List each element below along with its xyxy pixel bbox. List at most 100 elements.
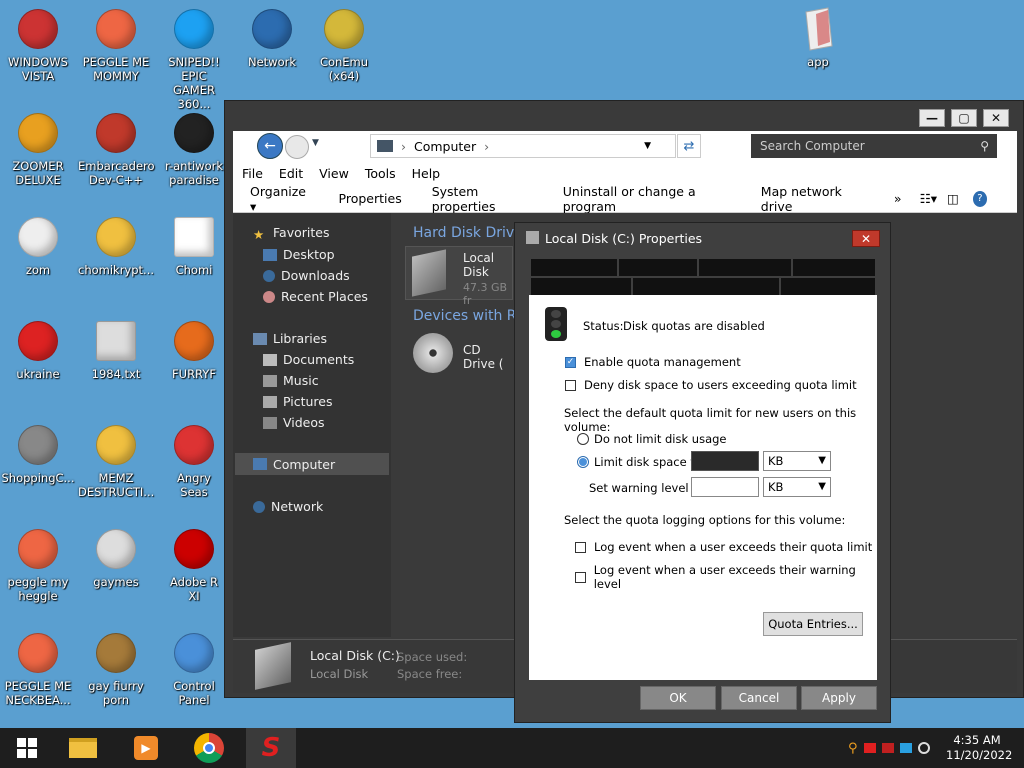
nav-recent-places[interactable]: Recent Places bbox=[263, 289, 368, 304]
desktop-icon[interactable]: gay fiurry porn bbox=[78, 630, 154, 707]
search-tray-icon[interactable]: ⚲ bbox=[848, 741, 858, 756]
tab-redacted[interactable] bbox=[699, 259, 791, 276]
back-button[interactable]: ← bbox=[257, 133, 283, 159]
desktop-icon[interactable]: FURRYF bbox=[156, 318, 232, 381]
log-exceed-checkbox[interactable]: Log event when a user exceeds their quot… bbox=[575, 540, 872, 554]
limit-unit-select[interactable]: KB ▼ bbox=[763, 451, 831, 471]
tab-redacted[interactable] bbox=[793, 259, 875, 276]
cd-drive-tile[interactable]: CD Drive ( bbox=[411, 331, 513, 381]
breadcrumb-computer[interactable]: Computer bbox=[414, 139, 476, 154]
limit-disk-radio[interactable]: Limit disk space to bbox=[577, 455, 702, 469]
menu-edit[interactable]: Edit bbox=[279, 166, 303, 181]
explorer-titlebar[interactable]: — ▢ ✕ bbox=[225, 101, 1023, 131]
ok-button[interactable]: OK bbox=[640, 686, 716, 710]
no-limit-radio[interactable]: Do not limit disk usage bbox=[577, 432, 727, 446]
view-options-icon[interactable]: ☷▾ bbox=[920, 191, 937, 206]
taskbar-media-player[interactable]: ▶ bbox=[121, 728, 171, 768]
cancel-button[interactable]: Cancel bbox=[721, 686, 797, 710]
dialog-titlebar[interactable]: Local Disk (C:) Properties bbox=[515, 223, 890, 253]
desktop-icon[interactable]: ConEmu (x64) bbox=[306, 6, 382, 83]
menu-file[interactable]: File bbox=[242, 166, 263, 181]
menu-help[interactable]: Help bbox=[412, 166, 441, 181]
system-properties-button[interactable]: System properties bbox=[432, 184, 533, 214]
tab-redacted[interactable] bbox=[633, 278, 779, 295]
desktop-icon[interactable]: peggle my heggle bbox=[0, 526, 76, 603]
nav-videos[interactable]: Videos bbox=[263, 415, 325, 430]
nav-computer[interactable]: Computer bbox=[235, 453, 389, 475]
desktop-icon[interactable]: ShoppingC... bbox=[0, 422, 76, 485]
monitor-icon[interactable] bbox=[899, 743, 912, 753]
tab-redacted[interactable] bbox=[781, 278, 875, 295]
close-button[interactable]: ✕ bbox=[983, 109, 1009, 127]
desktop-icon[interactable]: 1984.txt bbox=[78, 318, 154, 381]
apply-button[interactable]: Apply bbox=[801, 686, 877, 710]
flag-icon[interactable] bbox=[863, 743, 876, 753]
desktop-icon[interactable]: chomikrypt... bbox=[78, 214, 154, 277]
desktop-icon[interactable]: PEGGLE ME NECKBEA... bbox=[0, 630, 76, 707]
desktop-icon[interactable]: Network bbox=[234, 6, 310, 69]
maximize-button[interactable]: ▢ bbox=[951, 109, 977, 127]
taskbar-chrome[interactable] bbox=[184, 728, 234, 768]
chevron-down-icon[interactable]: ▼ bbox=[644, 141, 651, 151]
nav-pictures[interactable]: Pictures bbox=[263, 394, 333, 409]
taskbar-app-s[interactable]: S bbox=[246, 728, 296, 768]
uninstall-button[interactable]: Uninstall or change a program bbox=[563, 184, 731, 214]
desktop-icon[interactable]: ZOOMER DELUXE bbox=[0, 110, 76, 187]
tab-redacted[interactable] bbox=[531, 259, 617, 276]
desktop-icon[interactable]: SNIPED!! EPIC GAMER 360... bbox=[156, 6, 232, 111]
nav-music[interactable]: Music bbox=[263, 373, 319, 388]
nav-documents[interactable]: Documents bbox=[263, 352, 354, 367]
quota-entries-button[interactable]: Quota Entries... bbox=[763, 612, 863, 636]
limit-value-input[interactable] bbox=[691, 451, 759, 471]
dialog-close-button[interactable]: ✕ bbox=[852, 230, 880, 247]
nav-libraries[interactable]: Libraries bbox=[253, 331, 327, 346]
nav-network[interactable]: Network bbox=[253, 499, 323, 514]
refresh-button[interactable]: ⇄ bbox=[677, 134, 701, 158]
history-dropdown-icon[interactable]: ▼ bbox=[312, 138, 319, 148]
properties-button[interactable]: Properties bbox=[339, 191, 402, 206]
volume-icon[interactable] bbox=[917, 742, 930, 754]
desktop-icon[interactable]: gaymes bbox=[78, 526, 154, 589]
preview-pane-icon[interactable]: ◫ bbox=[947, 191, 959, 206]
desktop-icon[interactable]: WINDOWS VISTA bbox=[0, 6, 76, 83]
desktop-icon[interactable]: ukraine bbox=[0, 318, 76, 381]
taskbar-explorer[interactable] bbox=[58, 728, 108, 768]
desktop-icon[interactable]: Control Panel bbox=[156, 630, 232, 707]
minimize-button[interactable]: — bbox=[919, 109, 945, 127]
tab-redacted[interactable] bbox=[531, 278, 631, 295]
desktop-icon[interactable]: Adobe R XI bbox=[156, 526, 232, 603]
desktop-icon[interactable]: zom bbox=[0, 214, 76, 277]
enable-quota-checkbox[interactable]: ✓ Enable quota management bbox=[565, 355, 741, 369]
hdd-group-header[interactable]: Hard Disk Drive bbox=[413, 225, 523, 241]
deny-space-checkbox[interactable]: Deny disk space to users exceeding quota… bbox=[565, 378, 857, 392]
start-button[interactable] bbox=[2, 728, 52, 768]
nav-desktop[interactable]: Desktop bbox=[263, 247, 335, 262]
address-bar[interactable]: › Computer › ▼ bbox=[370, 134, 676, 158]
warning-value-input[interactable] bbox=[691, 477, 759, 497]
map-network-drive-button[interactable]: Map network drive bbox=[761, 184, 864, 214]
menu-tools[interactable]: Tools bbox=[365, 166, 396, 181]
desktop-icon[interactable]: Angry Seas bbox=[156, 422, 232, 499]
desktop-icon-app[interactable]: app bbox=[780, 6, 856, 69]
desktop-icon[interactable]: Embarcadero Dev-C++ bbox=[78, 110, 155, 187]
organize-button[interactable]: Organize ▾ bbox=[250, 184, 309, 214]
tab-redacted[interactable] bbox=[619, 259, 697, 276]
action-center-icon[interactable] bbox=[881, 743, 894, 753]
search-icon[interactable]: ⚲ bbox=[980, 139, 989, 153]
nav-downloads[interactable]: Downloads bbox=[263, 268, 350, 283]
desktop-icon[interactable]: r-antiwork paradise bbox=[156, 110, 232, 187]
desktop-icon[interactable]: MEMZ DESTRUCTI... bbox=[78, 422, 154, 499]
menu-view[interactable]: View bbox=[319, 166, 349, 181]
desktop-icon[interactable]: PEGGLE ME MOMMY bbox=[78, 6, 154, 83]
forward-button[interactable] bbox=[285, 135, 309, 159]
nav-favorites[interactable]: ★ Favorites bbox=[253, 225, 329, 242]
help-icon[interactable]: ? bbox=[972, 190, 987, 207]
search-input[interactable]: Search Computer ⚲ bbox=[751, 134, 997, 158]
clock[interactable]: 4:35 AM 11/20/2022 bbox=[946, 733, 1012, 763]
desktop-icon[interactable]: Chomi bbox=[156, 214, 232, 277]
more-commands-button[interactable]: » bbox=[894, 191, 902, 206]
log-warning-checkbox[interactable]: Log event when a user exceeds their warn… bbox=[575, 563, 877, 591]
local-disk-tile[interactable]: Local Disk 47.3 GB fr bbox=[405, 246, 513, 307]
devices-group-header[interactable]: Devices with Re bbox=[413, 308, 525, 324]
warning-unit-select[interactable]: KB ▼ bbox=[763, 477, 831, 497]
